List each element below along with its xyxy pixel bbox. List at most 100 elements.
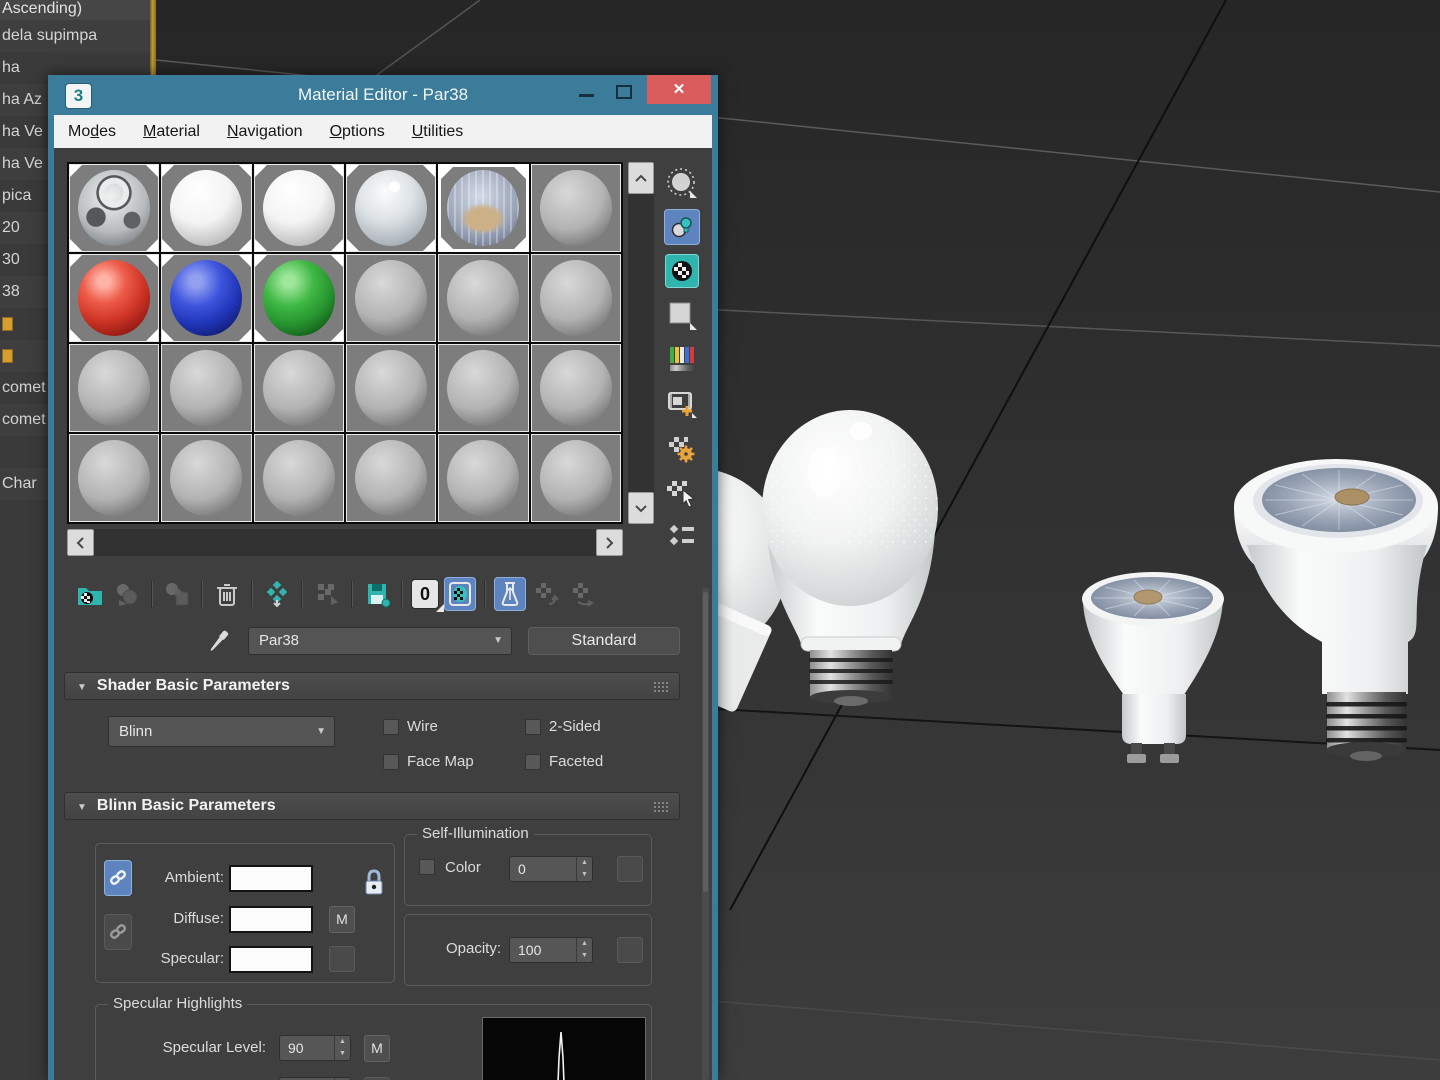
sample-slot-grid[interactable] (67, 162, 623, 524)
specular-level-map-button[interactable]: M (364, 1035, 390, 1062)
menu-material[interactable]: Material (143, 123, 200, 141)
material-slot-18[interactable] (530, 344, 621, 432)
slots-scroll-right-icon[interactable] (596, 529, 623, 556)
material-slot-9[interactable] (253, 254, 344, 342)
material-slot-20[interactable] (161, 434, 252, 522)
rollout-collapse-icon[interactable]: ▼ (77, 682, 87, 693)
self-illumination-color-checkbox[interactable] (419, 859, 435, 875)
get-material-icon[interactable] (74, 577, 106, 611)
checkbox-box[interactable] (525, 718, 541, 735)
sample-uv-tiling-icon[interactable] (662, 296, 702, 334)
slots-vscroll-track[interactable] (628, 162, 654, 524)
rollout-shader-basic-parameters[interactable]: ▼ Shader Basic Parameters (64, 672, 680, 700)
menu-options[interactable]: Options (330, 123, 385, 141)
material-slot-7[interactable] (69, 254, 160, 342)
opacity-spinner[interactable]: 100 ▲ ▼ (509, 937, 593, 963)
video-color-check-icon[interactable] (662, 340, 702, 378)
shader-type-dropdown[interactable]: Blinn ▼ (108, 716, 335, 747)
bulb-a19[interactable] (762, 410, 938, 706)
material-slot-22[interactable] (346, 434, 437, 522)
material-slot-8[interactable] (161, 254, 252, 342)
material-id-channel-icon[interactable]: 0 (411, 579, 444, 612)
material-name-dropdown[interactable]: Par38 ▼ (248, 627, 512, 655)
lock-colors-icon[interactable] (361, 868, 387, 905)
reset-map-icon[interactable] (211, 577, 243, 611)
diffuse-map-button[interactable]: M (329, 906, 355, 933)
spinner-down-icon[interactable]: ▼ (577, 950, 592, 962)
options-icon[interactable] (662, 430, 702, 468)
make-preview-icon[interactable] (662, 384, 702, 422)
slots-scroll-up-icon[interactable] (628, 162, 654, 194)
show-end-result-icon[interactable] (494, 577, 526, 611)
spinner-up-icon[interactable]: ▲ (577, 938, 592, 950)
material-slot-15[interactable] (253, 344, 344, 432)
list-item[interactable]: dela supimpa (0, 20, 150, 52)
go-to-parent-icon[interactable] (531, 577, 563, 611)
ambient-color-swatch[interactable] (229, 865, 313, 892)
menu-navigation[interactable]: Navigation (227, 123, 303, 141)
slots-hscroll-track[interactable] (67, 529, 623, 556)
slots-scroll-left-icon[interactable] (67, 529, 94, 556)
close-icon[interactable]: ✕ (647, 75, 711, 104)
checkbox-box[interactable] (525, 753, 541, 770)
material-slot-14[interactable] (161, 344, 252, 432)
opacity-map-button[interactable] (617, 937, 643, 963)
checkbox-face-map[interactable]: Face Map (383, 753, 474, 770)
slots-scroll-down-icon[interactable] (628, 492, 654, 524)
sample-type-icon[interactable] (662, 164, 702, 202)
material-slot-10[interactable] (346, 254, 437, 342)
material-slot-4[interactable] (346, 164, 437, 252)
material-slot-6[interactable] (530, 164, 621, 252)
title-bar[interactable]: 3 Material Editor - Par38 ✕ (54, 75, 712, 115)
material-slot-12[interactable] (530, 254, 621, 342)
material-toolbar[interactable]: 0 (74, 576, 600, 612)
rollout-collapse-icon[interactable]: ▼ (77, 802, 87, 813)
bulb-par38[interactable] (1234, 459, 1438, 761)
material-slot-17[interactable] (438, 344, 529, 432)
checkbox-2-sided[interactable]: 2-Sided (525, 718, 601, 735)
specular-map-button[interactable] (329, 946, 355, 972)
specular-level-spinner[interactable]: 90 ▲ ▼ (279, 1035, 351, 1061)
material-type-button[interactable]: Standard (528, 627, 680, 655)
rollout-scrollbar[interactable] (702, 588, 709, 1080)
lock-ambient-diffuse-button[interactable] (104, 860, 132, 896)
menu-bar[interactable]: Modes Material Navigation Options Utilities (54, 115, 712, 148)
put-material-to-scene-icon[interactable] (111, 577, 143, 611)
rollout-blinn-basic-parameters[interactable]: ▼ Blinn Basic Parameters (64, 792, 680, 820)
material-slot-24[interactable] (530, 434, 621, 522)
spinner-up-icon[interactable]: ▲ (577, 857, 592, 869)
diffuse-color-swatch[interactable] (229, 906, 313, 933)
bulb-gu10[interactable] (1082, 572, 1224, 763)
material-slot-3[interactable] (253, 164, 344, 252)
backlight-icon[interactable] (662, 208, 702, 246)
material-slot-19[interactable] (69, 434, 160, 522)
material-editor-window[interactable]: 3 Material Editor - Par38 ✕ Modes Materia… (48, 75, 718, 1080)
menu-modes[interactable]: Modes (68, 123, 116, 141)
specular-color-swatch[interactable] (229, 946, 313, 973)
spinner-down-icon[interactable]: ▼ (577, 869, 592, 881)
background-icon[interactable] (662, 252, 702, 290)
pick-material-from-object-icon[interactable] (204, 626, 234, 656)
material-slot-16[interactable] (346, 344, 437, 432)
list-item[interactable]: Ascending) (0, 0, 150, 20)
lock-diffuse-specular-button[interactable] (104, 914, 132, 950)
show-shaded-material-in-viewport-icon[interactable] (444, 577, 476, 611)
material-slot-13[interactable] (69, 344, 160, 432)
checkbox-box[interactable] (383, 753, 399, 770)
material-slot-1[interactable] (69, 164, 160, 252)
select-by-material-icon[interactable] (662, 474, 702, 512)
go-forward-to-sibling-icon[interactable] (568, 577, 600, 611)
make-material-copy-icon[interactable] (261, 577, 293, 611)
self-illumination-spinner[interactable]: 0 ▲ ▼ (509, 856, 593, 882)
checkbox-box[interactable] (383, 718, 399, 735)
self-illumination-map-button[interactable] (617, 856, 643, 882)
spinner-down-icon[interactable]: ▼ (335, 1048, 350, 1060)
material-map-navigator-icon[interactable] (662, 516, 702, 554)
material-slot-5-selected[interactable] (438, 164, 529, 252)
maximize-icon[interactable] (616, 85, 632, 99)
put-to-library-icon[interactable] (361, 577, 393, 611)
assign-material-to-selection-icon[interactable] (161, 577, 193, 611)
make-unique-icon[interactable] (311, 577, 343, 611)
material-slot-2[interactable] (161, 164, 252, 252)
checkbox-wire[interactable]: Wire (383, 718, 438, 735)
